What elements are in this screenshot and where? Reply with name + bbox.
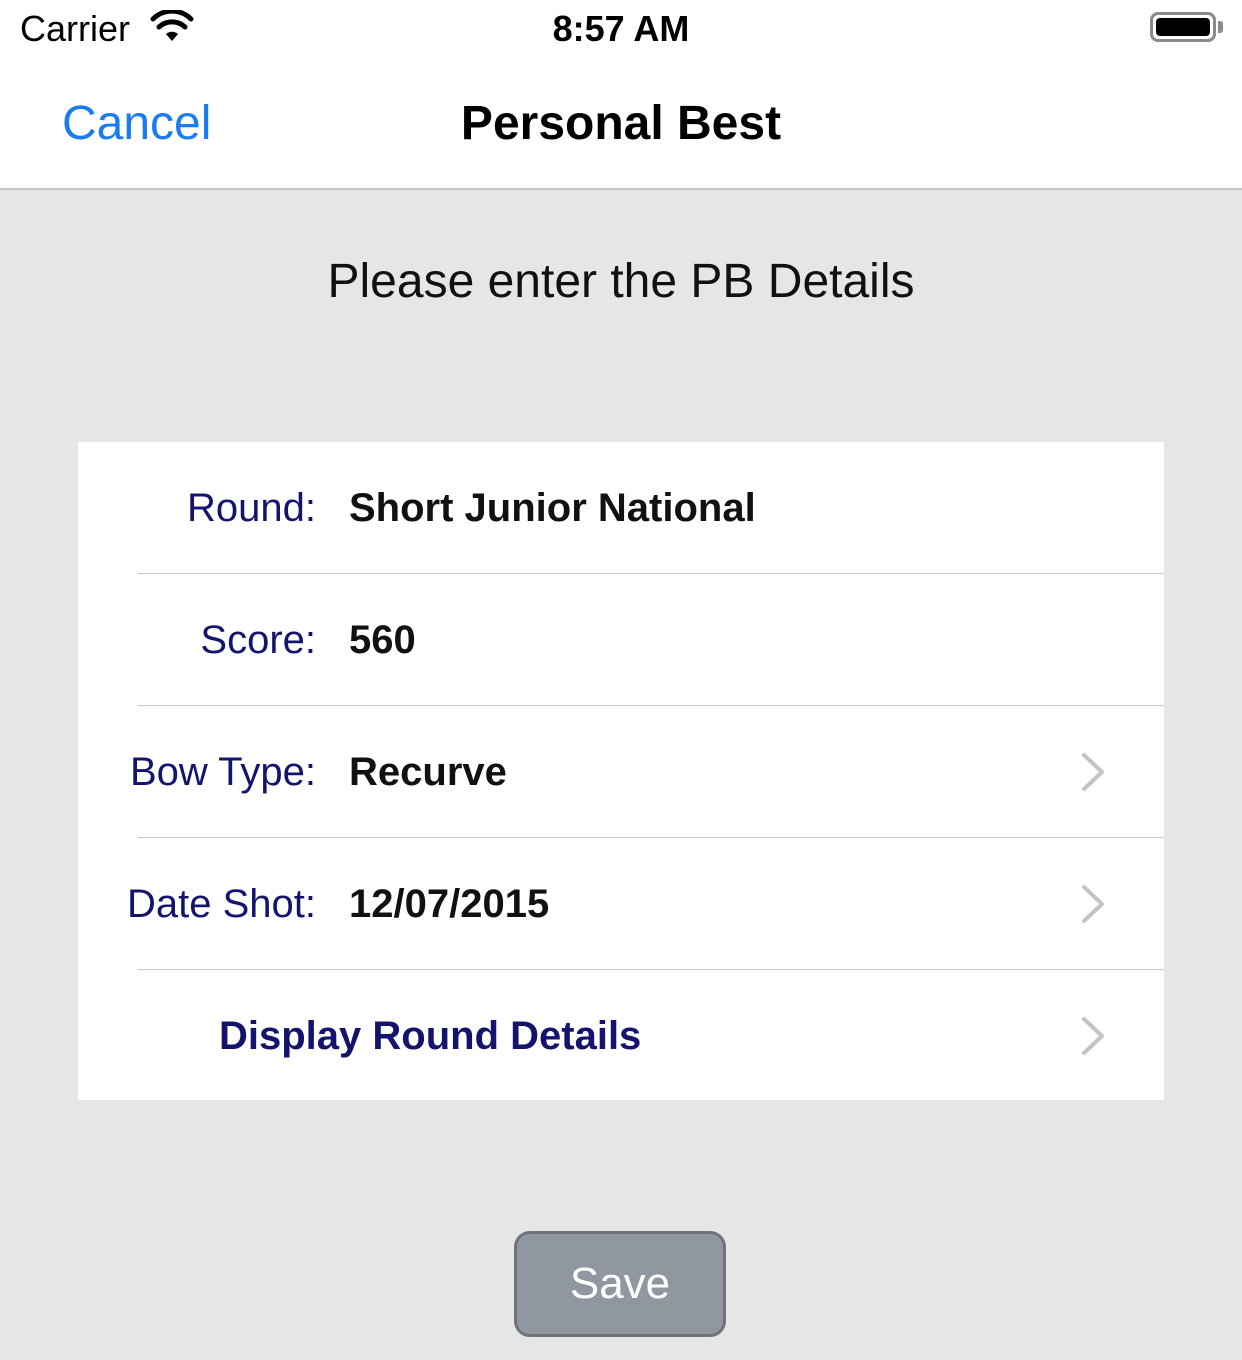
score-row[interactable]: Score: 560 (78, 574, 1164, 706)
score-value[interactable]: 560 (349, 618, 416, 663)
display-round-details-link[interactable]: Display Round Details (219, 1014, 641, 1059)
navigation-bar: Personal Best Cancel (0, 62, 1242, 190)
round-row[interactable]: Round: Short Junior National (78, 442, 1164, 574)
battery-icon (1150, 12, 1216, 42)
display-round-details-row[interactable]: Display Round Details (78, 970, 1164, 1102)
battery-tip (1218, 21, 1223, 33)
instructions-text: Please enter the PB Details (327, 255, 915, 308)
chevron-right-icon (1082, 1017, 1104, 1055)
date-shot-row[interactable]: Date Shot: 12/07/2015 (78, 838, 1164, 970)
pb-details-table: Round: Short Junior National Score: 560 … (78, 442, 1164, 1100)
score-label: Score: (200, 618, 316, 662)
date-shot-label: Date Shot: (126, 882, 316, 926)
round-value[interactable]: Short Junior National (349, 486, 756, 531)
chevron-right-icon (1082, 885, 1104, 923)
bow-type-value: Recurve (349, 750, 507, 794)
save-button[interactable]: Save (514, 1231, 726, 1337)
bow-type-row[interactable]: Bow Type: Recurve (78, 706, 1164, 838)
round-label: Round: (187, 486, 316, 530)
date-shot-value: 12/07/2015 (349, 882, 550, 926)
cancel-button[interactable]: Cancel (62, 96, 211, 151)
bow-type-label: Bow Type: (129, 750, 316, 794)
chevron-right-icon (1082, 753, 1104, 791)
status-time: 8:57 AM (552, 8, 690, 49)
status-bar: Carrier 8:57 AM (0, 0, 1242, 62)
